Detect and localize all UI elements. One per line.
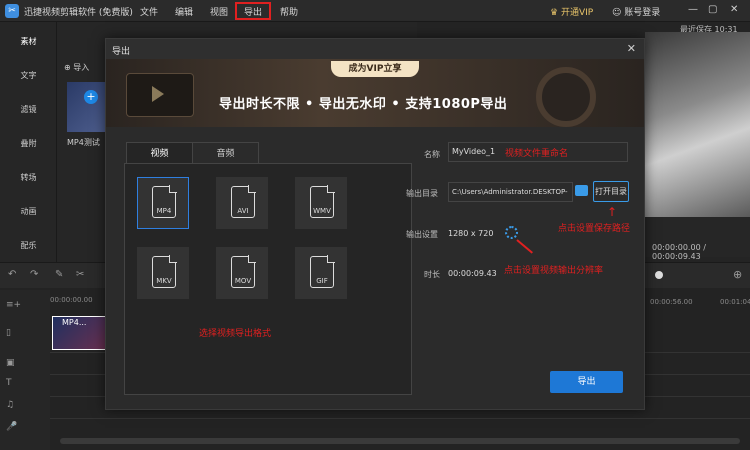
dialog-close-icon[interactable]: ✕ <box>627 42 636 55</box>
export-dialog: 导出 ✕ 成为VIP立享 导出时长不限 • 导出无水印 • 支持1080P导出 … <box>105 38 645 410</box>
format-label: MP4 <box>156 207 172 215</box>
login-button[interactable]: ☺ 账号登录 <box>612 5 660 18</box>
format-avi[interactable]: AVI <box>216 177 268 229</box>
mic-track-icon: 🎤 <box>6 422 18 432</box>
menu-file[interactable]: 文件 <box>140 5 158 18</box>
vip-banner[interactable]: 成为VIP立享 导出时长不限 • 导出无水印 • 支持1080P导出 <box>106 59 644 127</box>
duration-label: 时长 <box>424 270 440 279</box>
timeline-clip-label: MP4... <box>62 318 87 327</box>
title-bar: ✂ 迅捷视频剪辑软件 (免费版) 文件 编辑 视图 导出 帮助 ♛ 开通VIP … <box>0 0 750 22</box>
open-dir-button[interactable]: 打开目录 <box>593 181 629 202</box>
timeline-ruler-end: 00:01:04 <box>720 298 750 306</box>
folder-icon[interactable] <box>575 185 588 196</box>
login-label: 账号登录 <box>624 8 661 18</box>
sidebar-item-filter[interactable]: 滤镜 <box>0 104 57 115</box>
format-wmv[interactable]: WMV <box>295 177 347 229</box>
timeline-scrollbar[interactable] <box>60 438 740 444</box>
format-panel: MP4 AVI WMV MKV MOV GIF <box>124 163 412 395</box>
text-track-icon: T <box>6 378 12 388</box>
tab-video[interactable]: 视频 <box>126 142 193 164</box>
dialog-title: 导出 <box>112 47 131 57</box>
preview-video <box>645 32 750 217</box>
sidebar-item-overlay[interactable]: 叠附 <box>0 138 57 149</box>
format-tabs: 视频 音频 <box>126 142 260 164</box>
sidebar-item-media[interactable]: 素材 <box>0 36 57 47</box>
name-label: 名称 <box>424 150 440 159</box>
track-header: ≡+ ▯ ▣ T ♫ 🎤 <box>0 290 50 450</box>
format-gif[interactable]: GIF <box>295 247 347 299</box>
format-label: AVI <box>237 207 249 215</box>
app-logo-icon: ✂ <box>5 4 19 18</box>
output-dir-field[interactable]: C:\Users\Administrator.DESKTOP- <box>448 182 573 202</box>
gear-icon[interactable] <box>505 226 518 239</box>
play-icon <box>152 86 164 102</box>
vip-label: 开通VIP <box>560 8 594 18</box>
arrow-icon <box>516 239 533 254</box>
export-button[interactable]: 导出 <box>550 371 623 393</box>
overlay-track-icon: ▣ <box>6 358 15 368</box>
banner-text: 导出时长不限 • 导出无水印 • 支持1080P导出 <box>219 97 508 112</box>
vip-button[interactable]: ♛ 开通VIP <box>550 5 593 18</box>
import-button[interactable]: ⊕ 导入 <box>64 62 89 73</box>
import-label: 导入 <box>73 63 90 72</box>
banner-tag: 成为VIP立享 <box>331 61 419 77</box>
minimize-icon[interactable]: — <box>688 4 698 15</box>
arrow-up-icon: ↑ <box>607 205 618 219</box>
zoom-slider-handle[interactable] <box>655 271 663 279</box>
resolution-note: 点击设置视频输出分辨率 <box>504 266 604 276</box>
video-track-icon: ▯ <box>6 328 11 338</box>
add-track-icon[interactable]: ≡+ <box>6 300 21 310</box>
close-icon[interactable]: ✕ <box>730 4 738 15</box>
edit-icon[interactable]: ✎ <box>55 269 63 280</box>
output-settings-label: 输出设置 <box>406 230 438 239</box>
sidebar-item-transition[interactable]: 转场 <box>0 172 57 183</box>
media-thumbnail-label: MP4测试 <box>67 138 100 147</box>
film-reel-icon <box>536 67 596 127</box>
format-label: MOV <box>234 277 252 285</box>
format-mp4[interactable]: MP4 <box>137 177 189 229</box>
menu-view[interactable]: 视图 <box>210 5 228 18</box>
sidebar: 素材 文字 滤镜 叠附 转场 动画 配乐 <box>0 22 57 262</box>
resolution-value: 1280 x 720 <box>448 229 494 238</box>
dialog-header: 导出 ✕ <box>106 39 644 59</box>
preview-time: 00:00:00.00 / 00:00:09.43 <box>652 243 706 261</box>
tab-audio[interactable]: 音频 <box>192 142 259 164</box>
redo-icon[interactable]: ↷ <box>30 269 38 280</box>
format-hint: 选择视频导出格式 <box>199 329 272 339</box>
zoom-in-icon[interactable]: ⊕ <box>733 268 742 281</box>
format-label: MKV <box>156 277 172 285</box>
music-track-icon: ♫ <box>6 400 15 410</box>
menu-help[interactable]: 帮助 <box>280 5 298 18</box>
output-dir-label: 输出目录 <box>406 189 438 198</box>
format-label: WMV <box>313 207 331 215</box>
track-divider <box>50 418 750 419</box>
name-note: 视频文件重命名 <box>505 149 569 159</box>
maximize-icon[interactable]: ▢ <box>708 4 717 15</box>
format-label: GIF <box>316 277 328 285</box>
add-icon[interactable]: + <box>84 90 98 104</box>
save-path-note: 点击设置保存路径 <box>558 224 631 234</box>
duration-value: 00:00:09.43 <box>448 269 497 278</box>
menu-export-highlight <box>235 2 271 20</box>
undo-icon[interactable]: ↶ <box>8 269 16 280</box>
timeline-ruler-mid: 00:00:56.00 <box>650 298 693 306</box>
menu-edit[interactable]: 编辑 <box>175 5 193 18</box>
format-mkv[interactable]: MKV <box>137 247 189 299</box>
sidebar-item-text[interactable]: 文字 <box>0 70 57 81</box>
sidebar-item-music[interactable]: 配乐 <box>0 240 57 251</box>
format-mov[interactable]: MOV <box>216 247 268 299</box>
app-window: ✂ 迅捷视频剪辑软件 (免费版) 文件 编辑 视图 导出 帮助 ♛ 开通VIP … <box>0 0 750 450</box>
app-title: 迅捷视频剪辑软件 (免费版) <box>24 8 133 18</box>
sidebar-item-animation[interactable]: 动画 <box>0 206 57 217</box>
cut-icon[interactable]: ✂ <box>76 269 84 280</box>
